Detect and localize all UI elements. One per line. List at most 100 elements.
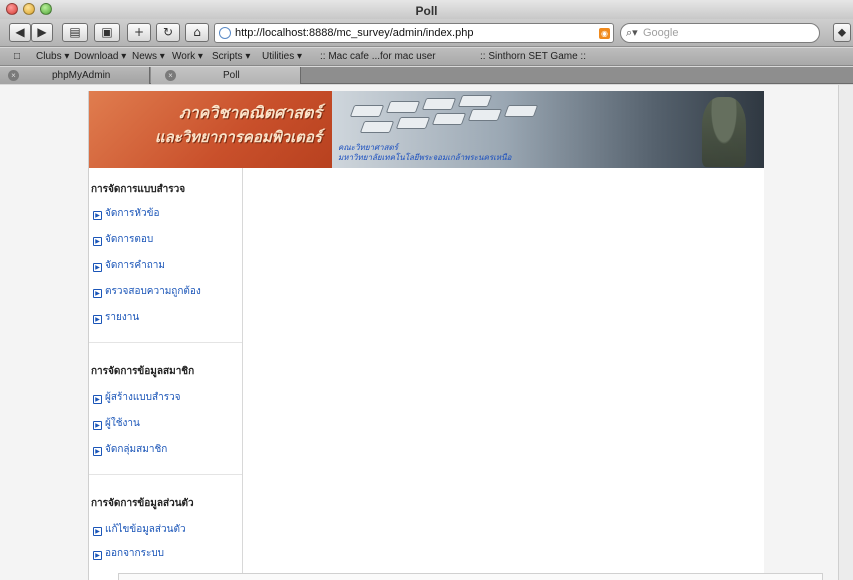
sidebar-item-label: จัดการคำถาม	[105, 260, 165, 271]
sidebar-item-users[interactable]: ▶ ผู้ใช้งาน	[93, 416, 140, 431]
bookmark-sinthorn-label: Sinthorn SET Game	[488, 51, 578, 62]
banner-caption-line-2: มหาวิทยาลัยเทคโนโลยีพระจอมเกล้าพระนครเหน…	[338, 153, 512, 162]
section-title-personal-info: การจัดการข้อมูลส่วนตัว	[91, 498, 194, 509]
status-panel	[118, 573, 823, 580]
arrow-box-icon: ▶	[93, 421, 102, 430]
globe-icon	[219, 27, 231, 39]
keyboard-key	[421, 98, 457, 110]
banner-line-1: ภาควิชาคณิตศาสตร์	[179, 103, 322, 122]
bookmark-news[interactable]: News ▾	[132, 51, 165, 62]
sidebar-item-label: ตรวจสอบความถูกต้อง	[105, 286, 201, 297]
close-tab-icon[interactable]: ×	[8, 70, 19, 81]
sidebar-item-survey-creators[interactable]: ▶ ผู้สร้างแบบสำรวจ	[93, 390, 181, 405]
add-bookmark-button[interactable]: +	[127, 23, 151, 42]
title-bar: Poll	[0, 0, 853, 19]
search-icon: ⌕▾	[626, 26, 638, 39]
rss-icon[interactable]: ◉	[599, 28, 610, 39]
close-window-button[interactable]	[6, 3, 18, 15]
sidebar-item-manage-topics[interactable]: ▶ จัดการหัวข้อ	[93, 206, 159, 221]
printer-icon: ▤	[69, 25, 81, 39]
tab-bar: × phpMyAdmin × Poll	[0, 67, 853, 84]
sidebar-item-report[interactable]: ▶ รายงาน	[93, 310, 139, 325]
arrow-box-icon: ▶	[93, 263, 102, 272]
home-icon: ⌂	[193, 25, 201, 39]
tab-label: phpMyAdmin	[52, 70, 111, 81]
banner-logo: ภาควิชาคณิตศาสตร์ และวิทยาการคอมพิวเตอร์	[89, 91, 332, 168]
bookmark-menu-button[interactable]: ⬥	[833, 23, 851, 42]
back-button[interactable]: ◀	[9, 23, 31, 42]
arrow-box-icon: ▶	[93, 395, 102, 404]
screen-icon: ▣	[101, 25, 113, 39]
bookmark-scripts[interactable]: Scripts ▾	[212, 51, 250, 62]
sidebar-item-logout[interactable]: ▶ ออกจากระบบ	[93, 546, 164, 561]
home-button[interactable]: ⌂	[185, 23, 209, 42]
sidebar-item-label: จัดการตอบ	[105, 234, 154, 245]
keyboard-key	[359, 121, 395, 133]
keyboard-key	[395, 117, 431, 129]
window-title: Poll	[415, 4, 438, 18]
bookmark-clubs[interactable]: Clubs ▾	[36, 51, 69, 62]
keyboard-key	[467, 109, 503, 121]
tab-phpmyadmin[interactable]: × phpMyAdmin	[0, 67, 150, 84]
sidebar-item-label: ออกจากระบบ	[105, 548, 165, 559]
sidebar-item-label: รายงาน	[105, 312, 140, 323]
sidebar-item-member-groups[interactable]: ▶ จัดกลุ่มสมาชิก	[93, 442, 167, 457]
banner-caption: คณะวิทยาศาสตร์ มหาวิทยาลัยเทคโนโลยีพระจอ…	[338, 143, 511, 163]
sidebar-item-label: แก้ไขข้อมูลส่วนตัว	[105, 524, 186, 535]
search-field[interactable]: ⌕▾ Google	[620, 23, 820, 43]
tab-poll[interactable]: × Poll	[151, 67, 301, 84]
browser-toolbar: ◀ ▶ ▤ ▣ + ↻ ⌂ http://localhost:8888/mc_s…	[0, 19, 853, 47]
forward-arrow-icon: ▶	[37, 25, 47, 39]
arrow-box-icon: ▶	[93, 315, 102, 324]
sidebar-item-label: ผู้ใช้งาน	[105, 418, 140, 429]
reload-button[interactable]: ↻	[156, 23, 180, 42]
back-arrow-icon: ◀	[15, 25, 25, 39]
banner-image: คณะวิทยาศาสตร์ มหาวิทยาลัยเทคโนโลยีพระจอ…	[332, 91, 764, 168]
sidebar-item-manage-answers[interactable]: ▶ จัดการตอบ	[93, 232, 153, 247]
bookmark-download[interactable]: Download ▾	[74, 51, 126, 62]
sidebar-item-manage-questions[interactable]: ▶ จัดการคำถาม	[93, 258, 165, 273]
sidebar-item-label: ผู้สร้างแบบสำรวจ	[105, 392, 181, 403]
section-title-member-management: การจัดการข้อมูลสมาชิก	[91, 366, 195, 377]
banner-line-2: และวิทยาการคอมพิวเตอร์	[154, 128, 322, 146]
bookmark-work[interactable]: Work ▾	[172, 51, 203, 62]
keyboard-key	[457, 95, 493, 107]
search-placeholder: Google	[643, 27, 679, 39]
snapback-button[interactable]: ▣	[94, 23, 120, 42]
forward-button[interactable]: ▶	[31, 23, 53, 42]
section-title-survey-management: การจัดการแบบสำรวจ	[91, 184, 186, 195]
tab-label: Poll	[223, 70, 240, 81]
minimize-window-button[interactable]	[23, 3, 35, 15]
vertical-scrollbar[interactable]	[838, 85, 853, 580]
arrow-box-icon: ▶	[93, 527, 102, 536]
plus-icon: +	[133, 25, 145, 39]
sidebar-item-label: จัดการหัวข้อ	[105, 208, 160, 219]
print-button[interactable]: ▤	[62, 23, 88, 42]
arrow-box-icon: ▶	[93, 237, 102, 246]
arrow-box-icon: ▶	[93, 551, 102, 560]
bookmark-icon: ⬥	[837, 25, 847, 39]
keyboard-key	[385, 101, 421, 113]
sidebar-item-validate[interactable]: ▶ ตรวจสอบความถูกต้อง	[93, 284, 201, 299]
bookmark-sinthorn[interactable]: :: Sinthorn SET Game ::	[480, 51, 586, 62]
keyboard-key	[349, 105, 385, 117]
bookmark-utilities[interactable]: Utilities ▾	[262, 51, 302, 62]
sidebar-item-edit-profile[interactable]: ▶ แก้ไขข้อมูลส่วนตัว	[93, 522, 186, 537]
statue-image	[702, 97, 746, 167]
main-content-area	[244, 168, 764, 580]
keyboard-key	[503, 105, 539, 117]
book-icon[interactable]: □	[14, 51, 20, 62]
address-bar[interactable]: http://localhost:8888/mc_survey/admin/in…	[214, 23, 614, 43]
zoom-window-button[interactable]	[40, 3, 52, 15]
arrow-box-icon: ▶	[93, 289, 102, 298]
bookmark-mac-cafe[interactable]: :: Mac cafe ...for mac user	[320, 51, 436, 62]
close-tab-icon[interactable]: ×	[165, 70, 176, 81]
arrow-box-icon: ▶	[93, 447, 102, 456]
arrow-box-icon: ▶	[93, 211, 102, 220]
section-divider	[89, 474, 242, 475]
bookmark-mac-cafe-label: Mac cafe ...for mac user	[328, 51, 436, 62]
keyboard-key	[431, 113, 467, 125]
bookmarks-bar: □ Clubs ▾ Download ▾ News ▾ Work ▾ Scrip…	[0, 48, 853, 66]
section-divider	[89, 342, 242, 343]
web-content: ภาควิชาคณิตศาสตร์ และวิทยาการคอมพิวเตอร์…	[0, 85, 853, 580]
